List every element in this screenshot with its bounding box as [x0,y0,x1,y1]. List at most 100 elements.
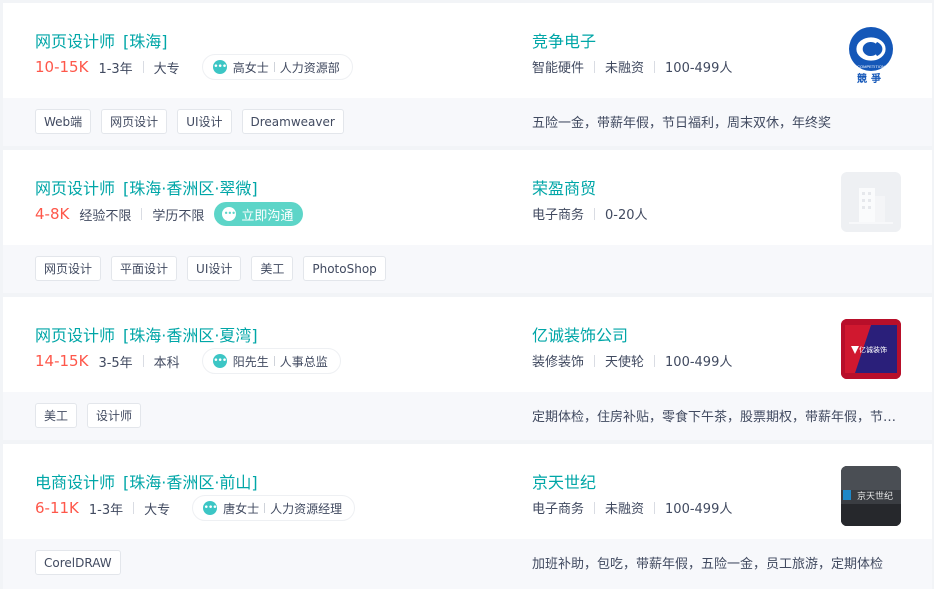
company-info: 装修装饰 天使轮 100-499人 [532,351,732,370]
company-size: 0-20人 [605,208,648,223]
job-name[interactable]: 网页设计师 [35,32,115,51]
job-title-link[interactable]: 网页设计师 [珠海·香洲区·夏湾] [35,322,258,346]
job-title-link[interactable]: 网页设计师 [珠海] [35,28,168,52]
company-logo-placeholder[interactable] [841,172,901,232]
skill-tags: Web端 网页设计 UI设计 Dreamweaver [35,109,354,134]
company-name-link[interactable]: 亿诚装饰公司 [532,322,628,346]
recruiter-chip[interactable]: ••• 唐女士 人力资源经理 [192,495,356,521]
skill-tag[interactable]: 美工 [35,403,78,428]
job-info: 6-11K 1-3年 大专 ••• 唐女士 人力资源经理 [35,495,356,521]
job-card-footer: 网页设计 平面设计 UI设计 美工 PhotoShop [3,245,932,293]
recruiter-chip[interactable]: ••• 阳先生 人事总监 [201,348,341,374]
job-title-link[interactable]: 网页设计师 [珠海·香洲区·翠微] [35,175,258,199]
job-card[interactable]: 电商设计师 [珠海·香洲区·前山] 6-11K 1-3年 大专 ••• 唐女士 人… [3,444,932,589]
job-area: [珠海·香洲区·翠微] [123,179,258,198]
logo-text: 競爭 [857,72,885,85]
skill-tag[interactable]: 设计师 [87,403,142,428]
company-industry: 装修装饰 [532,355,585,370]
job-info: 10-15K 1-3年 大专 ••• 高女士 人力资源部 [35,54,353,80]
company-industry: 电子商务 [532,502,585,517]
skill-tag[interactable]: 平面设计 [111,256,178,281]
company-name-link[interactable]: 京天世纪 [532,469,596,493]
skill-tag[interactable]: 网页设计 [101,109,168,134]
company-info: 电子商务 未融资 100-499人 [532,498,732,517]
skill-tag[interactable]: 网页设计 [35,256,102,281]
welfare-text: 加班补助，包吃，带薪年假，五险一金，员工旅游，定期体检 [532,557,884,572]
company-size: 100-499人 [665,61,733,76]
job-area: [珠海·香洲区·前山] [123,473,258,492]
job-card[interactable]: 网页设计师 [珠海] 10-15K 1-3年 大专 ••• 高女士 人力资源部 竞… [3,3,932,146]
company-name-link[interactable]: 竞争电子 [532,28,596,52]
company-logo[interactable]: 京天世纪 [841,466,901,526]
company-logo[interactable]: 亿诚装饰 [841,319,901,379]
recruiter-chip[interactable]: ••• 高女士 人力资源部 [201,54,353,80]
competition-logo-image: COMPETITION 競爭 [849,27,893,85]
logo-ring-text: COMPETITION [857,64,885,69]
company-industry: 电子商务 [532,208,585,223]
experience: 经验不限 [79,208,132,224]
chat-bubble-icon: ••• [212,60,227,74]
company-stage: 未融资 [605,61,645,76]
salary: 10-15K [35,58,89,76]
degree: 本科 [153,355,180,371]
degree: 大专 [153,61,180,77]
job-name[interactable]: 网页设计师 [35,326,115,345]
job-info: 14-15K 3-5年 本科 ••• 阳先生 人事总监 [35,348,341,374]
skill-tags: 网页设计 平面设计 UI设计 美工 PhotoShop [35,256,396,281]
company-logo[interactable]: COMPETITION 競爭 [841,25,901,85]
chat-bubble-icon: ••• [212,354,227,368]
skill-tag[interactable]: 美工 [251,256,294,281]
company-industry: 智能硬件 [532,61,585,76]
divider [142,61,144,73]
job-card[interactable]: 网页设计师 [珠海·香洲区·翠微] 4-8K 经验不限 学历不限 ••• 立即沟通… [3,150,932,293]
divider [594,501,596,514]
building-icon [849,188,893,224]
skill-tag[interactable]: UI设计 [177,109,232,134]
job-name[interactable]: 网页设计师 [35,179,115,198]
skill-tag[interactable]: Dreamweaver [241,109,344,134]
job-card-primary: 网页设计师 [珠海] 10-15K 1-3年 大专 ••• 高女士 人力资源部 竞… [3,3,932,98]
job-card-footer: Web端 网页设计 UI设计 Dreamweaver 五险一金，带薪年假，节日福… [3,98,932,146]
job-name[interactable]: 电商设计师 [35,473,115,492]
job-info: 4-8K 经验不限 学历不限 ••• 立即沟通 [35,201,304,227]
recruiter-title: 人力资源部 [279,60,340,75]
recruiter-title: 人事总监 [279,354,328,369]
logo-text: 亿诚装饰 [859,345,887,354]
recruiter-title: 人力资源经理 [270,501,343,516]
welfare-text: 定期体检，住房补贴，零食下午茶，股票期权，带薪年假，节日福利 [532,410,897,425]
salary: 14-15K [35,352,89,370]
job-card[interactable]: 网页设计师 [珠海·香洲区·夏湾] 14-15K 3-5年 本科 ••• 阳先生 … [3,297,932,440]
logo-text: 京天世纪 [857,490,893,502]
skill-tag[interactable]: UI设计 [187,256,242,281]
divider [142,355,144,367]
skill-tag[interactable]: CorelDRAW [35,550,121,575]
skill-tag[interactable]: PhotoShop [303,256,386,281]
job-area: [珠海] [123,32,168,51]
salary: 6-11K [35,499,79,517]
divider [654,354,656,367]
divider [594,60,596,73]
experience: 1-3年 [98,61,133,77]
degree: 学历不限 [152,208,205,224]
divider [264,503,266,513]
company-name-link[interactable]: 荣盈商贸 [532,175,596,199]
recruiter-name: 阳先生 [232,354,269,369]
salary: 4-8K [35,205,70,223]
experience: 3-5年 [98,355,133,371]
company-stage: 未融资 [605,502,645,517]
degree: 大专 [144,502,171,518]
company-info: 智能硬件 未融资 100-499人 [532,57,732,76]
divider [654,60,656,73]
skill-tag[interactable]: Web端 [35,109,92,134]
experience: 1-3年 [88,502,124,518]
divider [273,356,275,366]
chat-now-button[interactable]: ••• 立即沟通 [214,202,304,226]
jingtian-logo-image: 京天世纪 [841,466,901,526]
job-title-link[interactable]: 电商设计师 [珠海·香洲区·前山] [35,469,258,493]
divider [594,354,596,367]
welfare-text: 五险一金，带薪年假，节日福利，周末双休，年终奖 [532,116,832,131]
chat-bubble-icon: ••• [222,207,237,221]
skill-tags: 美工 设计师 [35,403,151,428]
job-card-footer: CorelDRAW 加班补助，包吃，带薪年假，五险一金，员工旅游，定期体检 [3,539,932,589]
job-list: 网页设计师 [珠海] 10-15K 1-3年 大专 ••• 高女士 人力资源部 竞… [0,0,934,589]
